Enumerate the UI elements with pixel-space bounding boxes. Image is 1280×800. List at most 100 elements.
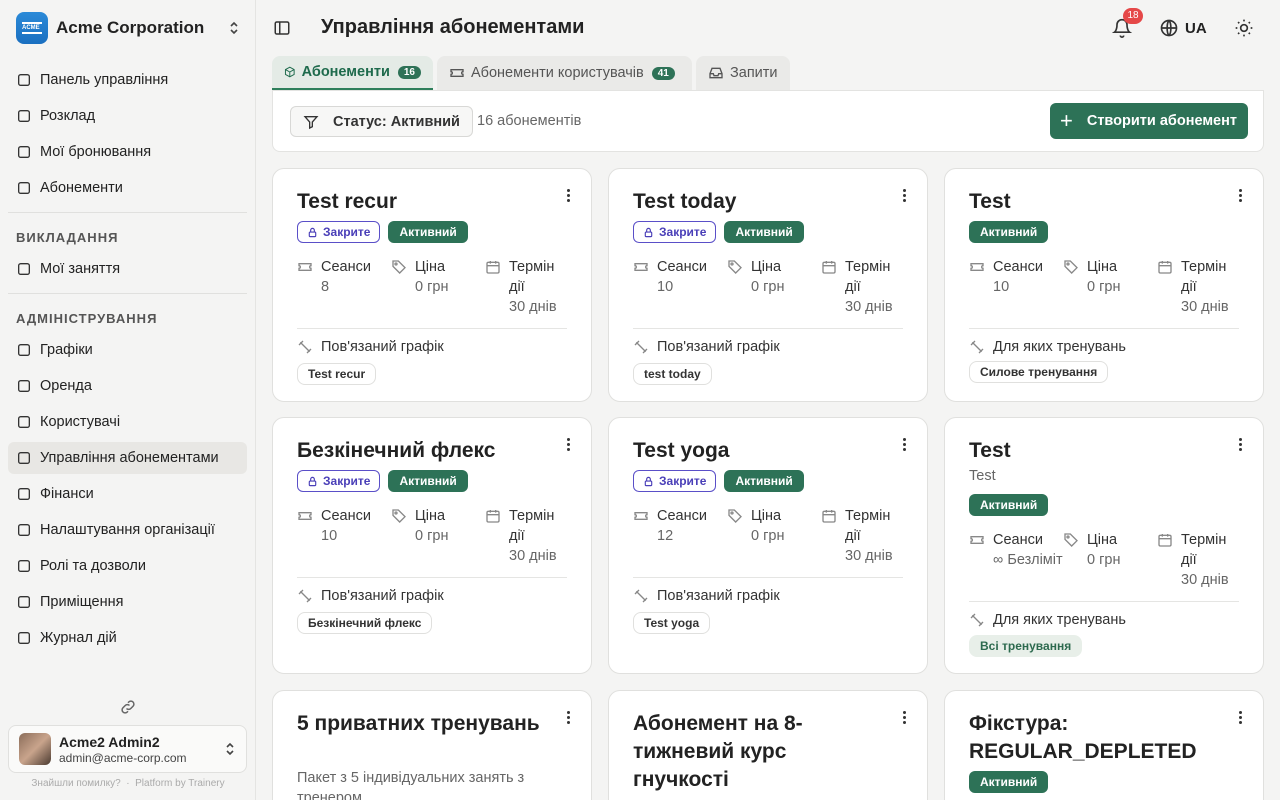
validity-value: 30 днів [1181, 299, 1229, 315]
nav-subscriptions[interactable]: Абонементи [8, 172, 247, 204]
more-options-icon[interactable] [901, 436, 907, 452]
closed-badge: Закрите [633, 221, 717, 243]
calendar-icon [822, 510, 836, 523]
nav-activity-log[interactable]: Журнал дій [8, 622, 247, 654]
more-options-icon[interactable] [565, 187, 571, 203]
sessions-value: 10 [993, 279, 1010, 295]
validity-label: Термін дії [845, 259, 891, 295]
link-icon[interactable] [119, 698, 137, 716]
wallet-icon [16, 486, 40, 502]
linked-chip[interactable]: test today [633, 363, 712, 385]
calendar-icon [486, 510, 500, 523]
nav-schedule[interactable]: Розклад [8, 100, 247, 132]
more-options-icon[interactable] [901, 709, 907, 725]
nav-my-classes[interactable]: Мої заняття [8, 253, 247, 285]
sidebar: ACME Acme Corporation Панель управління … [0, 0, 256, 800]
nav-rooms[interactable]: Приміщення [8, 586, 247, 618]
more-options-icon[interactable] [1237, 187, 1243, 203]
ticket-icon [634, 263, 648, 271]
chevron-updown-icon [228, 20, 240, 36]
nav-dashboard[interactable]: Панель управління [8, 64, 247, 96]
closed-badge: Закрите [297, 470, 381, 492]
subscription-card[interactable]: Безкінечний флекс Закрите Активний Сеанс… [272, 417, 592, 674]
tag-icon [728, 509, 742, 523]
toolbar: Статус: Активний 16 абонементів + Створи… [272, 90, 1264, 152]
more-options-icon[interactable] [1237, 436, 1243, 452]
status-filter-button[interactable]: Статус: Активний [290, 106, 473, 137]
language-switcher[interactable]: UA [1159, 18, 1207, 38]
subscription-card[interactable]: Test Активний Сеанси 10 Ціна 0 грн Термін … [944, 168, 1264, 402]
nav-schedules[interactable]: Графіки [8, 334, 247, 366]
sessions-label: Сеанси [657, 508, 707, 524]
price-label: Ціна [751, 259, 782, 275]
nav-org-settings[interactable]: Налаштування організації [8, 514, 247, 546]
platform-link[interactable]: Platform by Trainery [135, 778, 224, 789]
subscription-card[interactable]: Test Test Активний Сеанси ∞ Безліміт Ціна… [944, 417, 1264, 674]
calendar-icon [486, 261, 500, 274]
subscription-card[interactable]: 5 приватних тренувань Пакет з 5 індивіду… [272, 690, 592, 800]
footer: Знайшли помилку? · Platform by Trainery [31, 778, 225, 789]
card-title: 5 приватних тренувань [297, 712, 540, 735]
nav-my-bookings[interactable]: Мої бронювання [8, 136, 247, 168]
org-name: Acme Corporation [56, 18, 205, 37]
subscription-card[interactable]: Test recur Закрите Активний Сеанси 8 Ціна… [272, 168, 592, 402]
building-icon [16, 522, 40, 538]
dumbbell-icon [634, 340, 648, 354]
dumbbell-icon [298, 340, 312, 354]
report-bug-link[interactable]: Знайшли помилку? [31, 778, 120, 789]
tab-user-subscriptions[interactable]: Абонементи користувачів 41 [437, 56, 692, 90]
card-title: Test recur [297, 190, 397, 213]
card-title: Абонемент на 8-тижневий курс гнучкості [633, 712, 803, 791]
nav-rent[interactable]: Оренда [8, 370, 247, 402]
create-subscription-button[interactable]: + Створити абонемент [1050, 103, 1248, 139]
ticket-icon [298, 263, 312, 271]
validity-value: 30 днів [509, 548, 557, 564]
more-options-icon[interactable] [565, 709, 571, 725]
tab-subscriptions[interactable]: Абонементи 16 [272, 56, 433, 90]
card-title: Test yoga [633, 439, 730, 462]
ticket-settings-icon [16, 450, 40, 466]
active-badge: Активний [969, 771, 1049, 793]
ticket-icon [634, 512, 648, 520]
ticket-icon [970, 536, 984, 544]
linked-chip[interactable]: Test recur [297, 363, 377, 385]
subscription-card[interactable]: Test yoga Закрите Активний Сеанси 12 Ціна… [608, 417, 928, 674]
nav-roles[interactable]: Ролі та дозволи [8, 550, 247, 582]
linked-schedule-label: Пов'язаний графік [657, 339, 780, 355]
key-icon [16, 378, 40, 394]
active-badge: Активний [388, 470, 468, 492]
calendar-icon [1158, 534, 1172, 547]
tag-icon [1064, 260, 1078, 274]
lock-icon [308, 227, 317, 237]
nav-finance[interactable]: Фінанси [8, 478, 247, 510]
training-chip[interactable]: Всі тренування [969, 635, 1083, 657]
linked-chip[interactable]: Test yoga [633, 612, 711, 634]
org-switcher[interactable]: ACME Acme Corporation [8, 8, 248, 48]
validity-label: Термін дії [509, 259, 555, 295]
inbox-icon [709, 67, 723, 79]
subscription-card[interactable]: Абонемент на 8-тижневий курс гнучкості [608, 690, 928, 800]
tab-requests[interactable]: Запити [696, 56, 790, 90]
training-chip[interactable]: Силове тренування [969, 361, 1109, 383]
more-options-icon[interactable] [1237, 709, 1243, 725]
card-title: Фікстура: REGULAR_DEPLETED [969, 712, 1197, 763]
subscription-card[interactable]: Test today Закрите Активний Сеанси 10 Цін… [608, 168, 928, 402]
ticket-icon [970, 263, 984, 271]
nav-users[interactable]: Користувачі [8, 406, 247, 438]
linked-chip[interactable]: Безкінечний флекс [297, 612, 433, 634]
sidebar-toggle-icon[interactable] [273, 19, 291, 37]
price-value: 0 грн [751, 279, 785, 295]
nav-subscription-management[interactable]: Управління абонементами [8, 442, 247, 474]
user-menu[interactable]: Acme2 Admin2 admin@acme-corp.com [8, 725, 247, 773]
ticket-icon [450, 69, 464, 77]
subscription-card[interactable]: Фікстура: REGULAR_DEPLETED Активний [944, 690, 1264, 800]
chart-icon [16, 342, 40, 358]
trainings-label: Для яких тренувань [993, 612, 1126, 628]
section-teaching: ВИКЛАДАННЯ [16, 230, 119, 245]
more-options-icon[interactable] [565, 436, 571, 452]
more-options-icon[interactable] [901, 187, 907, 203]
dumbbell-icon [970, 340, 984, 354]
section-admin: АДМІНІСТРУВАННЯ [16, 311, 158, 326]
sun-icon[interactable] [1234, 18, 1254, 38]
linked-schedule-label: Пов'язаний графік [321, 588, 444, 604]
